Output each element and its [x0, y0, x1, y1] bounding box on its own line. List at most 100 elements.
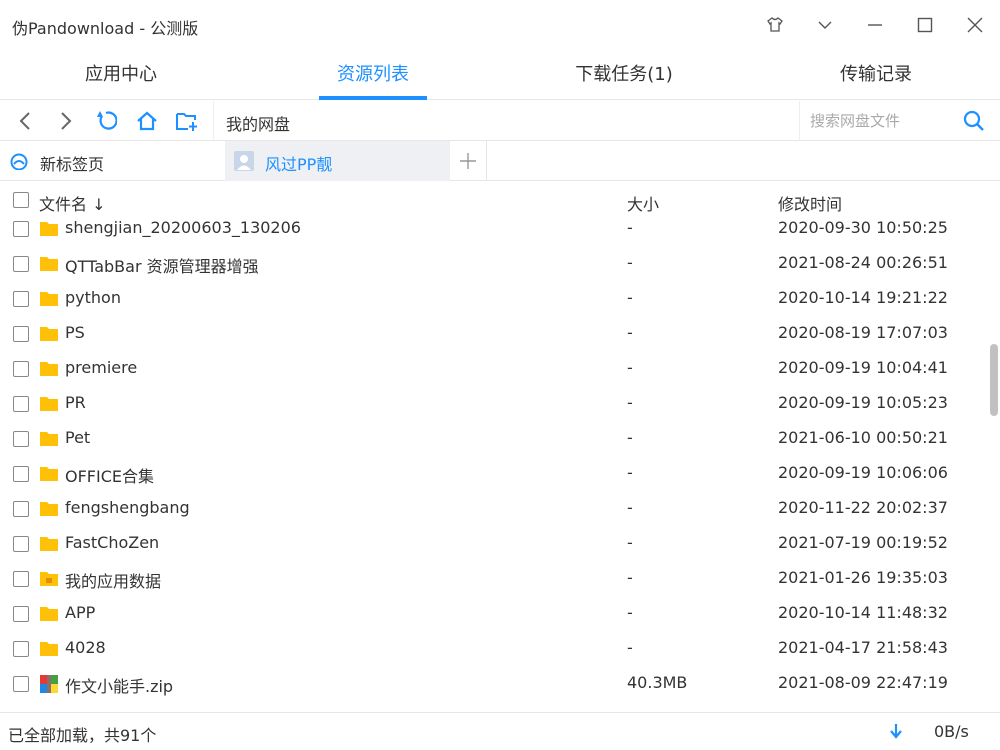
- file-row[interactable]: Pet - 2021-06-10 00:50:21: [0, 422, 988, 457]
- row-checkbox[interactable]: [13, 606, 29, 622]
- file-row[interactable]: PS - 2020-08-19 17:07:03: [0, 317, 988, 352]
- file-row[interactable]: shengjian_20200603_130206 - 2020-09-30 10:…: [0, 212, 988, 247]
- file-size: -: [627, 568, 633, 587]
- search-input[interactable]: [810, 110, 950, 132]
- file-list: shengjian_20200603_130206 - 2020-09-30 10:…: [0, 212, 988, 712]
- file-name[interactable]: OFFICE合集: [65, 463, 154, 487]
- file-modified: 2020-11-22 20:02:37: [778, 498, 948, 517]
- new-folder-icon[interactable]: [173, 107, 201, 135]
- file-modified: 2020-10-14 19:21:22: [778, 288, 948, 307]
- file-modified: 2021-06-10 00:50:21: [778, 428, 948, 447]
- file-size: -: [627, 463, 633, 482]
- file-row[interactable]: fengshengbang - 2020-11-22 20:02:37: [0, 492, 988, 527]
- file-name[interactable]: 作文小能手.zip: [65, 673, 173, 697]
- file-size: -: [627, 638, 633, 657]
- close-icon[interactable]: [960, 10, 990, 40]
- file-row[interactable]: 4028 - 2021-04-17 21:58:43: [0, 632, 988, 667]
- file-size: -: [627, 323, 633, 342]
- file-name[interactable]: APP: [65, 603, 95, 622]
- back-icon[interactable]: [12, 107, 40, 135]
- file-row[interactable]: PR - 2020-09-19 10:05:23: [0, 387, 988, 422]
- forward-icon[interactable]: [51, 107, 79, 135]
- file-name[interactable]: PR: [65, 393, 86, 412]
- row-checkbox[interactable]: [13, 221, 29, 237]
- tab-resource-list[interactable]: 资源列表: [273, 50, 473, 100]
- row-checkbox[interactable]: [13, 396, 29, 412]
- download-arrow-icon: [886, 721, 906, 741]
- file-row[interactable]: 作文小能手.zip 40.3MB 2021-08-09 22:47:19: [0, 667, 988, 702]
- row-checkbox[interactable]: [13, 431, 29, 447]
- select-all-checkbox[interactable]: [13, 192, 29, 208]
- file-size: -: [627, 533, 633, 552]
- row-checkbox[interactable]: [13, 501, 29, 517]
- row-checkbox[interactable]: [13, 256, 29, 272]
- app-folder-icon: [39, 569, 59, 589]
- file-row[interactable]: FastChoZen - 2021-07-19 00:19:52: [0, 527, 988, 562]
- maximize-icon[interactable]: [910, 10, 940, 40]
- file-row[interactable]: premiere - 2020-09-19 10:04:41: [0, 352, 988, 387]
- file-name[interactable]: 4028: [65, 638, 106, 657]
- row-checkbox[interactable]: [13, 536, 29, 552]
- home-icon[interactable]: [133, 107, 161, 135]
- file-name[interactable]: fengshengbang: [65, 498, 190, 517]
- add-tab-button[interactable]: [450, 141, 487, 181]
- tab-user[interactable]: 风过PP靓: [225, 141, 450, 181]
- file-row[interactable]: QTTabBar 资源管理器增强 - 2021-08-24 00:26:51: [0, 247, 988, 282]
- tab-app-center[interactable]: 应用中心: [21, 50, 221, 100]
- row-checkbox[interactable]: [13, 571, 29, 587]
- file-size: -: [627, 603, 633, 622]
- tab-download-tasks[interactable]: 下载任务(1): [524, 50, 724, 100]
- row-checkbox[interactable]: [13, 326, 29, 342]
- row-checkbox[interactable]: [13, 361, 29, 377]
- folder-icon: [39, 359, 59, 379]
- file-name[interactable]: FastChoZen: [65, 533, 159, 552]
- file-row[interactable]: python - 2020-10-14 19:21:22: [0, 282, 988, 317]
- skin-icon[interactable]: [760, 10, 790, 40]
- row-checkbox[interactable]: [13, 466, 29, 482]
- row-checkbox[interactable]: [13, 641, 29, 657]
- file-name[interactable]: QTTabBar 资源管理器增强: [65, 253, 259, 277]
- folder-icon: [39, 464, 59, 484]
- file-name[interactable]: PS: [65, 323, 85, 342]
- file-modified: 2020-09-19 10:05:23: [778, 393, 948, 412]
- folder-icon: [39, 219, 59, 239]
- row-checkbox[interactable]: [13, 676, 29, 692]
- file-modified: 2020-09-19 10:04:41: [778, 358, 948, 377]
- main-tabs: 应用中心 资源列表 下载任务(1) 传输记录: [0, 50, 1000, 100]
- toolbar: 我的网盘: [0, 101, 1000, 141]
- file-name[interactable]: Pet: [65, 428, 90, 447]
- status-text: 已全部加载，共91个: [8, 726, 157, 745]
- folder-icon: [39, 254, 59, 274]
- file-row[interactable]: APP - 2020-10-14 11:48:32: [0, 597, 988, 632]
- file-size: -: [627, 218, 633, 237]
- tab-new-tab[interactable]: 新标签页: [0, 141, 225, 181]
- minimize-icon[interactable]: [860, 10, 890, 40]
- file-name[interactable]: shengjian_20200603_130206: [65, 218, 301, 237]
- row-checkbox[interactable]: [13, 291, 29, 307]
- folder-icon: [39, 324, 59, 344]
- file-name[interactable]: python: [65, 288, 121, 307]
- search-icon[interactable]: [960, 107, 988, 135]
- file-name[interactable]: premiere: [65, 358, 137, 377]
- file-row[interactable]: OFFICE合集 - 2020-09-19 10:06:06: [0, 457, 988, 492]
- folder-icon: [39, 499, 59, 519]
- scroll-thumb[interactable]: [990, 344, 998, 416]
- file-modified: 2020-09-30 10:50:25: [778, 218, 948, 237]
- chevron-down-icon[interactable]: [810, 10, 840, 40]
- file-modified: 2020-08-19 17:07:03: [778, 323, 948, 342]
- path-bar[interactable]: 我的网盘: [213, 101, 799, 141]
- file-name[interactable]: 我的应用数据: [65, 568, 161, 592]
- file-modified: 2021-01-26 19:35:03: [778, 568, 948, 587]
- folder-icon: [39, 639, 59, 659]
- active-tab-indicator: [319, 96, 427, 100]
- file-row[interactable]: 我的应用数据 - 2021-01-26 19:35:03: [0, 562, 988, 597]
- folder-icon: [39, 289, 59, 309]
- window-title: 伪Pandownload - 公测版: [12, 19, 199, 38]
- scrollbar[interactable]: [988, 219, 1000, 711]
- file-modified: 2021-08-09 22:47:19: [778, 673, 948, 692]
- tab-transfer-records[interactable]: 传输记录: [776, 50, 976, 100]
- file-modified: 2020-09-19 10:06:06: [778, 463, 948, 482]
- file-size: -: [627, 358, 633, 377]
- file-modified: 2020-10-14 11:48:32: [778, 603, 948, 622]
- refresh-icon[interactable]: [92, 107, 120, 135]
